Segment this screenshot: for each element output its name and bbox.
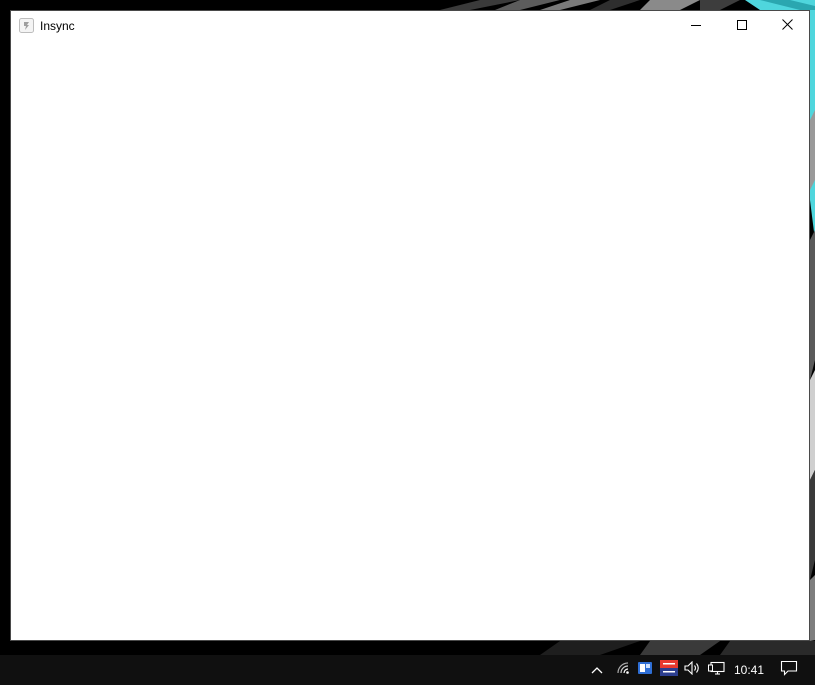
maximize-icon [737,17,747,35]
notification-icon [780,660,798,681]
display-icon [708,661,726,680]
window-content-area [11,41,809,640]
minimize-button[interactable] [673,11,719,41]
window-title: Insync [40,19,75,33]
minimize-icon [691,17,701,35]
title-bar[interactable]: Insync [11,11,809,41]
insync-app-icon [19,18,34,33]
app-tray-button[interactable] [635,655,655,685]
close-icon [781,17,793,35]
voice-writer-icon [660,659,678,681]
app-tray-icon [637,660,653,681]
action-center-button[interactable] [776,655,802,685]
taskbar-clock[interactable]: 10:41 [732,655,766,685]
voice-writer-tray-button[interactable] [658,655,680,685]
maximize-button[interactable] [719,11,765,41]
chevron-up-icon [591,661,603,679]
close-button[interactable] [764,11,810,41]
network-tray-button[interactable] [613,655,633,685]
display-tray-button[interactable] [706,655,728,685]
app-window: Insync [10,10,810,641]
volume-tray-button[interactable] [682,655,704,685]
show-hidden-icons-button[interactable] [586,655,608,685]
volume-icon [684,660,702,680]
network-icon [616,661,630,680]
taskbar: 10:41 [0,655,815,685]
